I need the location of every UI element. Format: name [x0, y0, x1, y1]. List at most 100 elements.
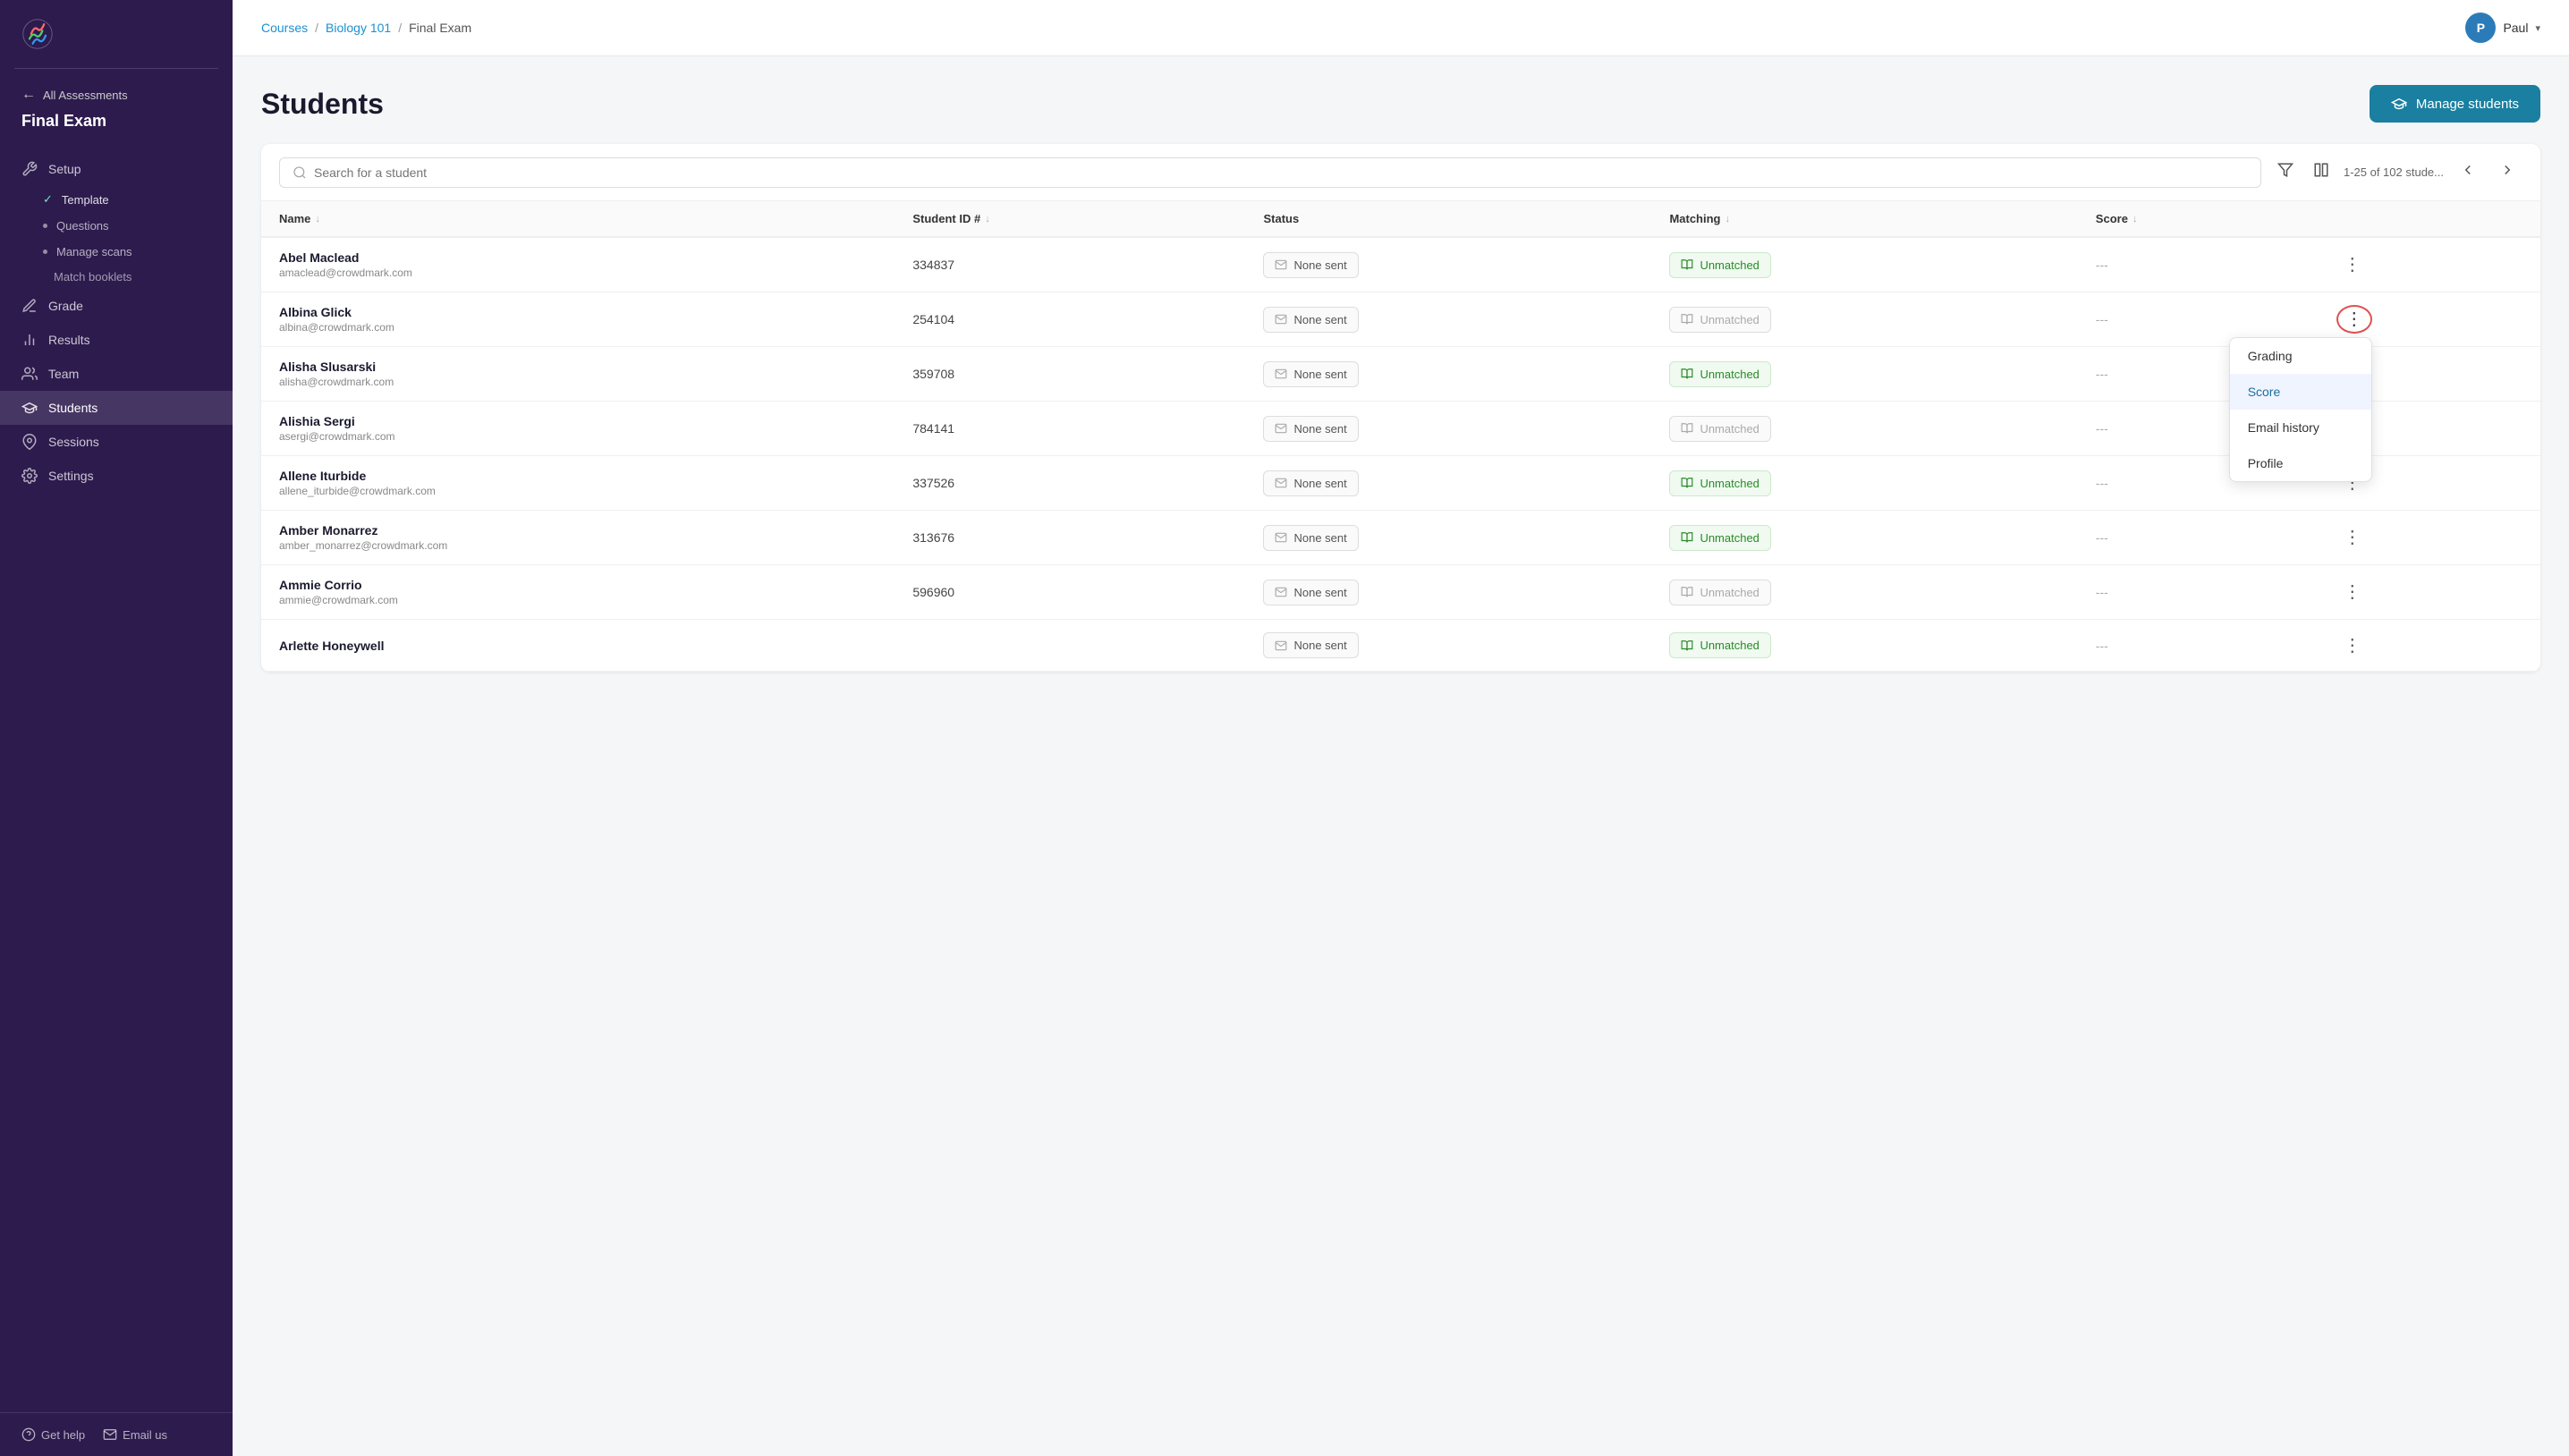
topbar: Courses / Biology 101 / Final Exam P Pau…	[233, 0, 2569, 56]
prev-page-icon	[2460, 162, 2476, 178]
score-value: ---	[2096, 639, 2108, 653]
settings-icon	[21, 468, 38, 484]
book-icon	[1681, 477, 1693, 489]
sidebar: ← All Assessments Final Exam Setup ✓ Tem…	[0, 0, 233, 1456]
setup-label: Setup	[48, 162, 81, 176]
email-icon	[1275, 586, 1287, 598]
score-value: ---	[2096, 585, 2108, 599]
user-name: Paul	[2503, 21, 2528, 35]
more-actions-button[interactable]: ⋮	[2336, 525, 2369, 550]
student-name: Amber Monarrez	[279, 523, 877, 538]
email-us-link[interactable]: Email us	[103, 1427, 167, 1442]
more-actions-button[interactable]: ⋮	[2336, 580, 2369, 605]
score-value: ---	[2096, 258, 2108, 272]
sidebar-sub-manage-scans[interactable]: Manage scans	[0, 239, 233, 265]
table-row: Alishia Sergi asergi@crowdmark.com 78414…	[261, 402, 2540, 456]
manage-students-button[interactable]: Manage students	[2370, 85, 2540, 123]
status-badge: None sent	[1263, 361, 1358, 387]
email-icon	[1275, 258, 1287, 271]
actions-dropdown-menu: Grading Score Email history Profile	[2229, 337, 2372, 482]
col-matching[interactable]: Matching ↓	[1651, 201, 2077, 237]
sidebar-item-sessions[interactable]: Sessions	[0, 425, 233, 459]
assessment-title: Final Exam	[21, 112, 211, 131]
matching-badge[interactable]: Unmatched	[1669, 416, 1770, 442]
user-menu[interactable]: P Paul ▾	[2465, 13, 2540, 43]
student-name: Abel Maclead	[279, 250, 877, 265]
sidebar-sub-template[interactable]: ✓ Template	[0, 186, 233, 213]
student-name: Arlette Honeywell	[279, 639, 877, 653]
sidebar-item-students[interactable]: Students	[0, 391, 233, 425]
next-page-button[interactable]	[2492, 158, 2522, 186]
email-icon	[1275, 639, 1287, 652]
team-icon	[21, 366, 38, 382]
more-actions-button[interactable]: ⋮	[2336, 252, 2369, 277]
breadcrumb-biology[interactable]: Biology 101	[326, 21, 391, 35]
sidebar-sub-questions[interactable]: Questions	[0, 213, 233, 239]
dropdown-item-grading[interactable]: Grading	[2230, 338, 2371, 374]
page-content: Students Manage students	[233, 56, 2569, 1456]
more-actions-button[interactable]: ⋮	[2336, 305, 2372, 334]
student-email: ammie@crowdmark.com	[279, 594, 877, 606]
matching-badge[interactable]: Unmatched	[1669, 525, 1770, 551]
get-help-link[interactable]: Get help	[21, 1427, 85, 1442]
matching-badge[interactable]: Unmatched	[1669, 307, 1770, 333]
page-title: Students	[261, 88, 384, 121]
dropdown-item-profile[interactable]: Profile	[2230, 445, 2371, 481]
sidebar-sub-match-booklets[interactable]: Match booklets	[0, 265, 233, 289]
col-score[interactable]: Score ↓	[2078, 201, 2319, 237]
matching-badge[interactable]: Unmatched	[1669, 470, 1770, 496]
prev-page-button[interactable]	[2453, 158, 2483, 186]
manage-students-label: Manage students	[2416, 97, 2519, 112]
breadcrumb-courses[interactable]: Courses	[261, 21, 308, 35]
student-id: 596960	[912, 585, 954, 599]
settings-label: Settings	[48, 469, 94, 483]
student-id: 334837	[912, 258, 954, 272]
sidebar-item-team[interactable]: Team	[0, 357, 233, 391]
matching-badge[interactable]: Unmatched	[1669, 252, 1770, 278]
wrench-icon	[21, 161, 38, 177]
toolbar-actions: 1-25 of 102 stude...	[2272, 157, 2522, 188]
template-label: Template	[62, 193, 109, 207]
match-booklets-label: Match booklets	[54, 270, 131, 284]
student-email: asergi@crowdmark.com	[279, 430, 877, 443]
search-box[interactable]	[279, 157, 2261, 188]
table-toolbar: 1-25 of 102 stude...	[261, 144, 2540, 201]
filter-button[interactable]	[2272, 157, 2299, 188]
chevron-down-icon: ▾	[2535, 22, 2540, 34]
matching-badge[interactable]: Unmatched	[1669, 580, 1770, 605]
score-sort-icon: ↓	[2132, 214, 2138, 224]
score-value: ---	[2096, 476, 2108, 490]
email-us-icon	[103, 1427, 117, 1442]
sidebar-item-results[interactable]: Results	[0, 323, 233, 357]
matching-badge[interactable]: Unmatched	[1669, 632, 1770, 658]
student-id: 313676	[912, 530, 954, 545]
columns-button[interactable]	[2308, 157, 2335, 188]
book-icon	[1681, 313, 1693, 326]
email-icon	[1275, 531, 1287, 544]
student-email: allene_iturbide@crowdmark.com	[279, 485, 877, 497]
student-email: albina@crowdmark.com	[279, 321, 877, 334]
sidebar-item-grade[interactable]: Grade	[0, 289, 233, 323]
status-badge: None sent	[1263, 525, 1358, 551]
sidebar-item-setup[interactable]: Setup	[0, 152, 233, 186]
col-student-id[interactable]: Student ID # ↓	[894, 201, 1245, 237]
col-name[interactable]: Name ↓	[261, 201, 894, 237]
id-sort-icon: ↓	[985, 214, 990, 224]
main-area: Courses / Biology 101 / Final Exam P Pau…	[233, 0, 2569, 1456]
matching-badge[interactable]: Unmatched	[1669, 361, 1770, 387]
book-icon	[1681, 368, 1693, 380]
dropdown-item-email-history[interactable]: Email history	[2230, 410, 2371, 445]
sidebar-item-settings[interactable]: Settings	[0, 459, 233, 493]
back-to-assessments[interactable]: ← All Assessments	[21, 87, 211, 103]
students-table: Name ↓ Student ID # ↓ St	[261, 201, 2540, 672]
col-actions	[2319, 201, 2540, 237]
students-label: Students	[48, 401, 98, 415]
table-row: Allene Iturbide allene_iturbide@crowdmar…	[261, 456, 2540, 511]
more-actions-button[interactable]: ⋮	[2336, 633, 2369, 658]
student-email: amaclead@crowdmark.com	[279, 267, 877, 279]
students-table-card: 1-25 of 102 stude...	[261, 144, 2540, 672]
search-input[interactable]	[314, 165, 2248, 180]
page-header: Students Manage students	[261, 85, 2540, 123]
student-name: Allene Iturbide	[279, 469, 877, 483]
dropdown-item-score[interactable]: Score	[2230, 374, 2371, 410]
